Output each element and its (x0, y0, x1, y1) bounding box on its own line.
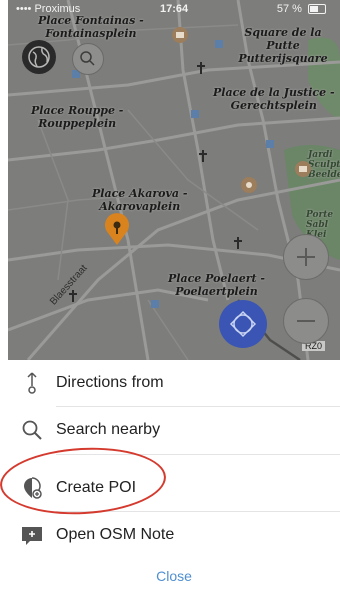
place-label-justice: Place de la Justice - Gerechtsplein (213, 86, 335, 112)
church-icon (197, 62, 205, 74)
zoom-in-button[interactable] (283, 234, 329, 280)
directions-icon (27, 372, 37, 394)
place-label-poelaert-text: Place Poelaert - Poelaertplein (168, 272, 265, 298)
search-nearby-label: Search nearby (56, 421, 161, 438)
battery-indicator: 57 % (277, 3, 326, 15)
poi-museum-icon (172, 27, 188, 43)
note-icon (22, 527, 42, 545)
battery-percent: 57 % (276, 3, 302, 15)
poi-culture-icon (295, 161, 311, 177)
screen: •••• Proximus 17:64 57 % Place Fontainas… (0, 0, 340, 590)
close-button[interactable]: Close (8, 568, 340, 584)
create-poi-item[interactable]: Create POI (8, 465, 340, 511)
bus-stop-icon (191, 110, 199, 118)
action-sheet: Directions from Search nearby Create POI (8, 360, 340, 590)
globe-icon (28, 46, 50, 68)
carrier-label: •••• Proximus (16, 3, 81, 15)
directions-from-label: Directions from (56, 374, 164, 391)
place-label-akarova-text: Place Akarova - Akarovaplein (92, 187, 188, 213)
minus-icon (297, 320, 315, 322)
poi-theatre-icon (241, 177, 257, 193)
church-icon (199, 150, 207, 162)
zoom-out-button[interactable] (283, 298, 329, 344)
place-label-justice-text: Place de la Justice - Gerechtsplein (213, 86, 335, 112)
bus-stop-icon (266, 140, 274, 148)
clock: 17:64 (160, 3, 189, 15)
place-label-akarova: Place Akarova - Akarovaplein (92, 187, 187, 213)
search-nearby-item[interactable]: Search nearby (8, 407, 340, 453)
bus-stop-icon (215, 40, 223, 48)
map-search-button[interactable] (72, 43, 104, 75)
map-style-button[interactable] (22, 40, 56, 74)
bus-stop-icon (151, 300, 159, 308)
divider (56, 454, 340, 455)
place-label-putterie: Square de la Putte Putterijsquare (226, 26, 340, 65)
place-label-rouppe-text: Place Rouppe - Rouppeplein (31, 104, 124, 130)
status-bar: •••• Proximus 17:64 57 % (8, 0, 340, 18)
directions-from-item[interactable]: Directions from (8, 360, 340, 406)
locate-icon (229, 310, 257, 338)
place-label-jardin-text: Jardi Sculpt Beelde (308, 150, 340, 180)
church-icon (234, 237, 242, 249)
battery-icon (308, 4, 326, 15)
place-label-poelaert: Place Poelaert - Poelaertplein (168, 272, 265, 298)
create-poi-label: Create POI (56, 479, 137, 496)
open-osm-note-label: Open OSM Note (56, 526, 175, 543)
location-pin-icon[interactable] (100, 212, 134, 246)
my-location-button[interactable] (219, 300, 267, 348)
place-label-rouppe: Place Rouppe - Rouppeplein (31, 104, 123, 130)
open-osm-note-item[interactable]: Open OSM Note (8, 512, 340, 558)
search-icon (80, 51, 95, 66)
plus-icon (297, 248, 315, 266)
place-label-jardin: Jardi Sculpt Beelde (308, 150, 340, 180)
place-label-putterie-text: Square de la Putte Putterijsquare (238, 26, 328, 65)
search-icon (22, 420, 42, 440)
church-icon (69, 290, 77, 302)
create-poi-icon (24, 477, 42, 499)
